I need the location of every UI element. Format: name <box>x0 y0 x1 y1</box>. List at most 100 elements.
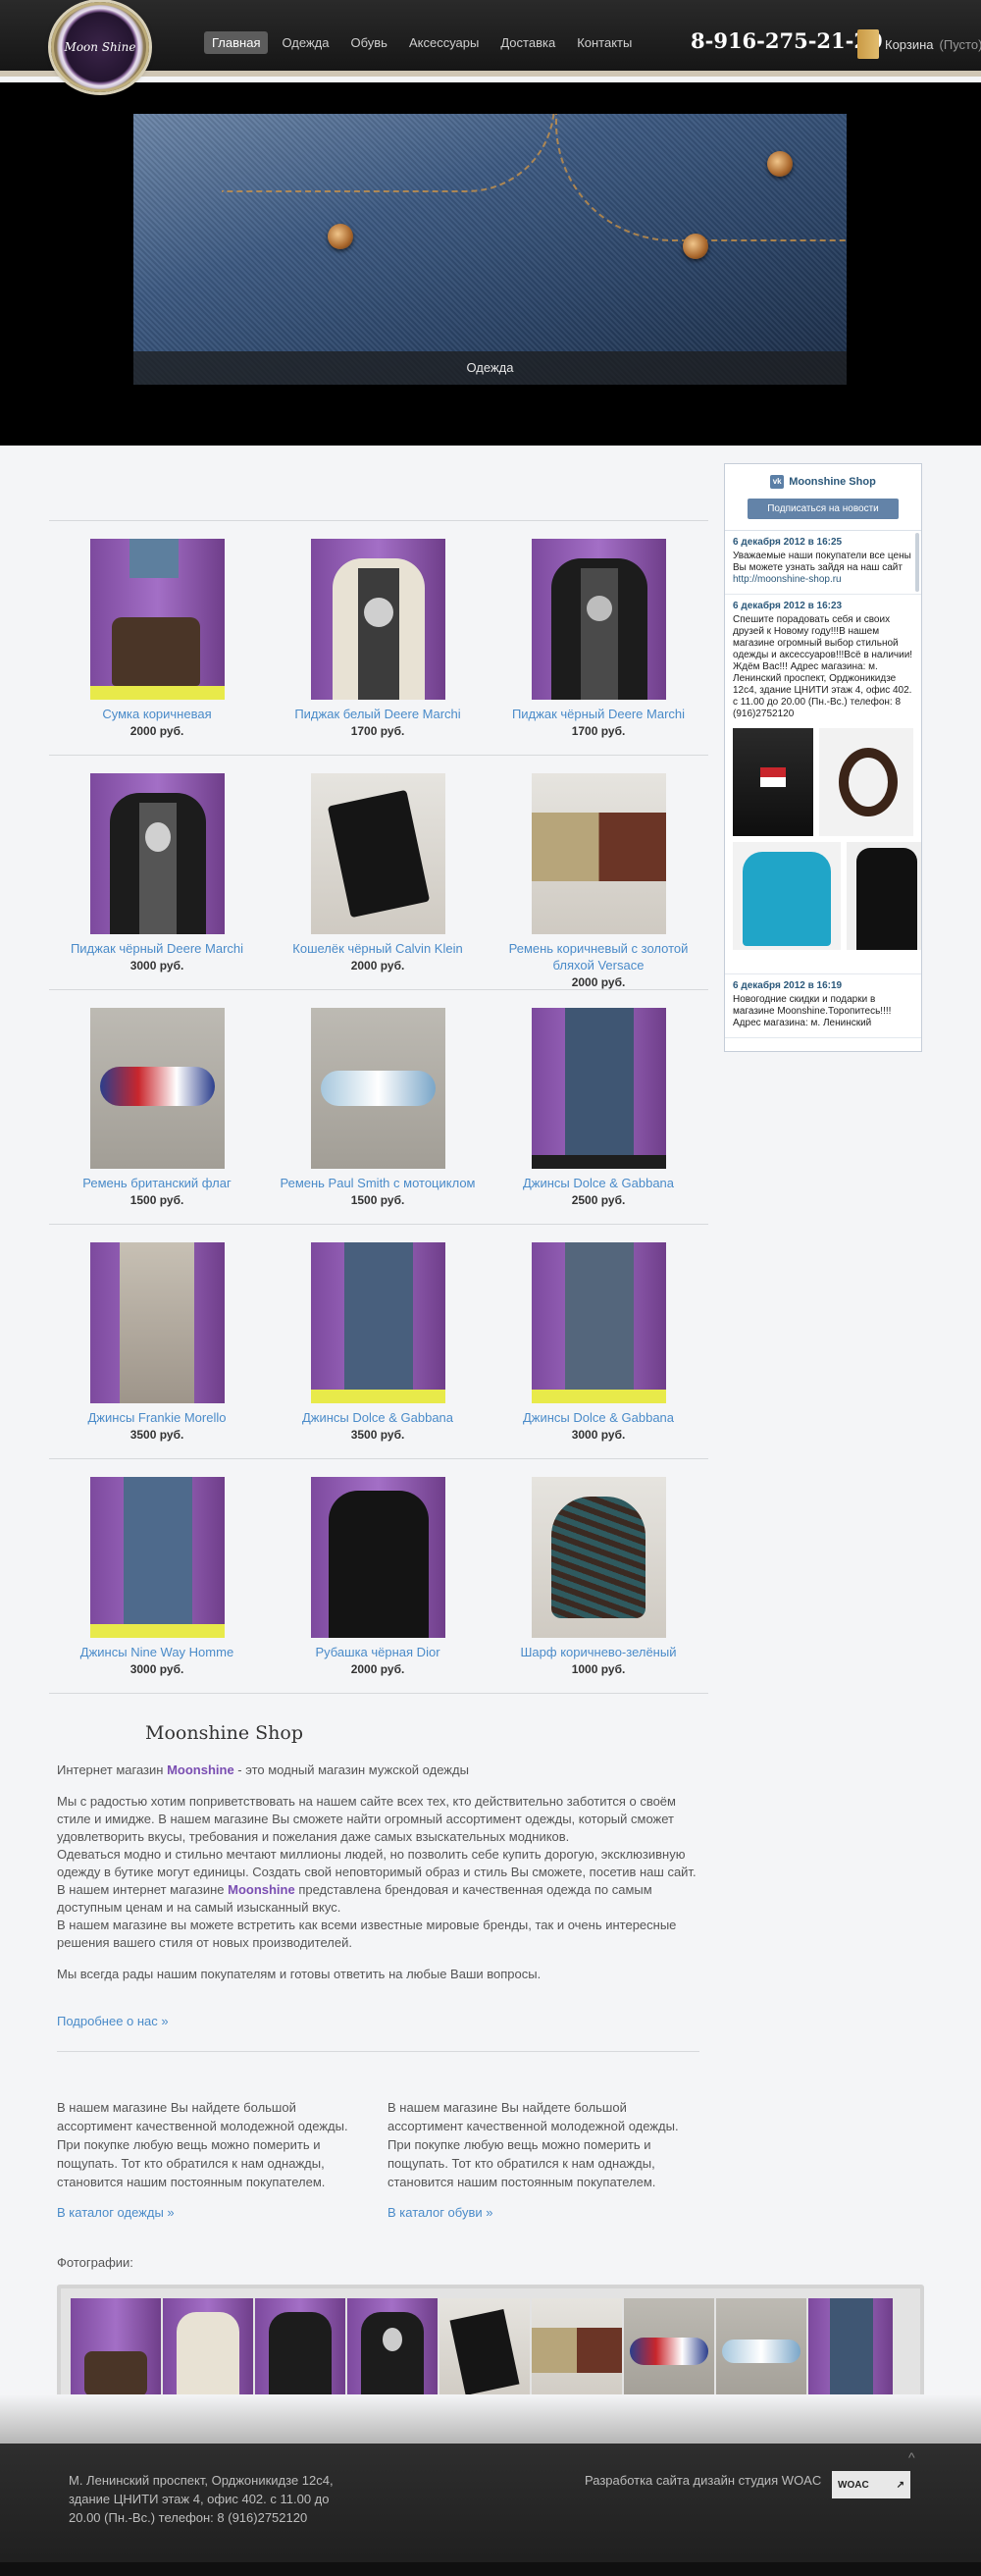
vk-photo[interactable] <box>819 728 913 836</box>
site-header: Moon Shine Главная Одежда Обувь Аксессуа… <box>0 0 981 92</box>
product-card[interactable]: Ремень коричневый с золотой бляхой Versa… <box>495 773 701 989</box>
product-image[interactable] <box>531 1242 666 1403</box>
product-name[interactable]: Пиджак чёрный Deere Marchi <box>54 940 260 957</box>
vk-post-date[interactable]: 6 декабря 2012 в 16:19 <box>733 980 913 992</box>
product-card[interactable]: Шарф коричнево-зелёный 1000 руб. <box>495 1477 701 1676</box>
nav-clothes[interactable]: Одежда <box>274 31 336 54</box>
product-image[interactable] <box>531 539 666 700</box>
gallery-thumb[interactable] <box>347 2298 438 2404</box>
hero-banner: Одежда <box>0 82 981 446</box>
product-name[interactable]: Пиджак чёрный Deere Marchi <box>495 706 701 722</box>
studio-logo-text: WOAC <box>838 2479 869 2491</box>
product-image[interactable] <box>310 773 445 934</box>
product-image[interactable] <box>531 1008 666 1169</box>
vk-title[interactable]: vk Moonshine Shop <box>770 475 876 489</box>
scroll-top-icon[interactable]: ^ <box>908 2449 915 2465</box>
product-name[interactable]: Джинсы Dolce & Gabbana <box>495 1409 701 1426</box>
product-image[interactable] <box>310 1242 445 1403</box>
product-price: 1500 руб. <box>350 1193 405 1207</box>
product-card[interactable]: Ремень британский флаг 1500 руб. <box>54 1008 260 1207</box>
vk-post-date[interactable]: 6 декабря 2012 в 16:23 <box>733 601 913 612</box>
about-paragraph: В нашем интернет магазине Moonshine пред… <box>57 1881 704 1917</box>
gallery-thumb[interactable] <box>255 2298 345 2404</box>
product-card[interactable]: Джинсы Dolce & Gabbana 3000 руб. <box>495 1242 701 1442</box>
gallery-thumb[interactable] <box>163 2298 253 2404</box>
product-name[interactable]: Джинсы Frankie Morello <box>54 1409 260 1426</box>
rivet <box>767 151 793 177</box>
product-name[interactable]: Ремень британский флаг <box>54 1175 260 1191</box>
product-name[interactable]: Кошелёк чёрный Calvin Klein <box>275 940 481 957</box>
product-card[interactable]: Рубашка чёрная Dior 2000 руб. <box>275 1477 481 1676</box>
vk-post-link[interactable]: http://moonshine-shop.ru <box>733 574 913 586</box>
product-name[interactable]: Джинсы Dolce & Gabbana <box>495 1175 701 1191</box>
footer-address: М. Ленинский проспект, Орджоникидзе 12с4… <box>69 2473 334 2525</box>
vk-photo[interactable] <box>733 842 841 950</box>
vk-scrollbar[interactable] <box>915 533 919 592</box>
product-image[interactable] <box>89 773 225 934</box>
banner-caption: Одежда <box>133 351 847 385</box>
product-image[interactable] <box>89 1477 225 1638</box>
product-card[interactable]: Джинсы Dolce & Gabbana 3500 руб. <box>275 1242 481 1442</box>
product-card[interactable]: Пиджак чёрный Deere Marchi 1700 руб. <box>495 539 701 738</box>
vk-post-date[interactable]: 6 декабря 2012 в 16:25 <box>733 537 913 549</box>
nav-delivery[interactable]: Доставка <box>492 31 563 54</box>
vk-widget: vk Moonshine Shop Подписаться на новости… <box>724 463 922 1052</box>
about-paragraph: Одеваться модно и стильно мечтают миллио… <box>57 1847 697 1879</box>
product-name[interactable]: Джинсы Dolce & Gabbana <box>275 1409 481 1426</box>
nav-contacts[interactable]: Контакты <box>569 31 640 54</box>
product-card[interactable]: Пиджак чёрный Deere Marchi 3000 руб. <box>54 773 260 973</box>
product-price: 1000 руб. <box>571 1662 626 1676</box>
footer-credit[interactable]: Разработка сайта дизайн студия WOAC <box>585 2473 821 2488</box>
product-card[interactable]: Пиджак белый Deere Marchi 1700 руб. <box>275 539 481 738</box>
product-image[interactable] <box>89 1242 225 1403</box>
vk-post-text: Уважаемые наши покупатели все цены Вы мо… <box>733 551 911 573</box>
product-card[interactable]: Джинсы Nine Way Homme 3000 руб. <box>54 1477 260 1676</box>
site-logo[interactable]: Moon Shine <box>51 2 149 92</box>
catalog-clothes-link[interactable]: В каталог одежды » <box>57 2203 351 2222</box>
product-image[interactable] <box>89 539 225 700</box>
product-image[interactable] <box>310 539 445 700</box>
product-name[interactable]: Пиджак белый Deere Marchi <box>275 706 481 722</box>
banner-image-jeans[interactable] <box>133 114 847 385</box>
product-image[interactable] <box>89 1008 225 1169</box>
nav-shoes[interactable]: Обувь <box>343 31 395 54</box>
gallery-thumb[interactable] <box>71 2298 161 2404</box>
site-footer: ^ М. Ленинский проспект, Орджоникидзе 12… <box>0 2444 981 2576</box>
product-card[interactable]: Джинсы Frankie Morello 3500 руб. <box>54 1242 260 1442</box>
product-name[interactable]: Шарф коричнево-зелёный <box>495 1644 701 1660</box>
product-price: 3000 руб. <box>129 1662 184 1676</box>
product-name[interactable]: Ремень Paul Smith с мотоциклом <box>275 1175 481 1191</box>
cart-link[interactable]: Корзина (Пусто) <box>857 29 981 59</box>
product-name[interactable]: Сумка коричневая <box>54 706 260 722</box>
product-card[interactable]: Ремень Paul Smith с мотоциклом 1500 руб. <box>275 1008 481 1207</box>
gallery-thumb[interactable] <box>624 2298 714 2404</box>
product-image[interactable] <box>531 773 666 934</box>
product-card[interactable]: Кошелёк чёрный Calvin Klein 2000 руб. <box>275 773 481 973</box>
product-name[interactable]: Джинсы Nine Way Homme <box>54 1644 260 1660</box>
catalog-shoes-link[interactable]: В каталог обуви » <box>387 2203 682 2222</box>
gallery-thumb[interactable] <box>532 2298 622 2404</box>
product-card[interactable]: Джинсы Dolce & Gabbana 2500 руб. <box>495 1008 701 1207</box>
product-image[interactable] <box>310 1008 445 1169</box>
vk-photo[interactable] <box>733 728 813 836</box>
info-column-text: В нашем магазине Вы найдете большой ассо… <box>387 2100 679 2189</box>
gallery-thumb[interactable] <box>439 2298 530 2404</box>
product-name[interactable]: Ремень коричневый с золотой бляхой Versa… <box>495 940 701 973</box>
gallery-thumb[interactable] <box>716 2298 806 2404</box>
product-image[interactable] <box>531 1477 666 1638</box>
brand-name: Moonshine <box>167 1762 234 1777</box>
studio-logo[interactable]: WOAC ↗ <box>832 2471 910 2498</box>
product-card[interactable]: Сумка коричневая 2000 руб. <box>54 539 260 738</box>
product-name[interactable]: Рубашка чёрная Dior <box>275 1644 481 1660</box>
product-row: Ремень британский флаг 1500 руб. Ремень … <box>49 989 708 1224</box>
vk-photo[interactable] <box>847 842 921 950</box>
about-more-link[interactable]: Подробнее о нас » <box>57 2014 169 2028</box>
about-section: Moonshine Shop Интернет магазин Moonshin… <box>57 1722 704 2030</box>
nav-accessories[interactable]: Аксессуары <box>401 31 487 54</box>
vk-subscribe-button[interactable]: Подписаться на новости <box>748 499 899 519</box>
nav-home[interactable]: Главная <box>204 31 269 54</box>
cart-status: (Пусто) <box>939 36 981 52</box>
header-phone: 8-916-275-21-20 <box>691 28 883 53</box>
product-image[interactable] <box>310 1477 445 1638</box>
gallery-thumb[interactable] <box>808 2298 893 2404</box>
